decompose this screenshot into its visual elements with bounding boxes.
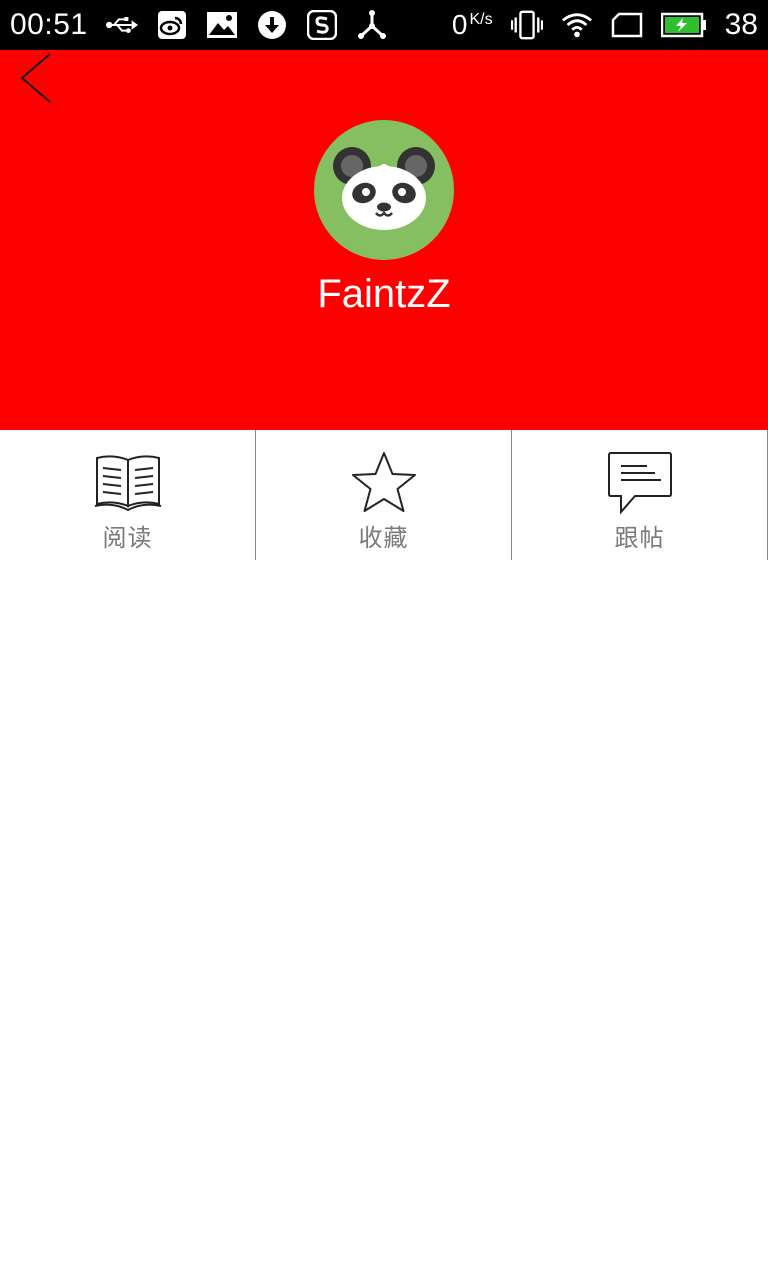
status-right-group: 0 K/s 38 [452,8,758,42]
panda-avatar-icon [333,147,435,230]
star-icon [351,452,416,512]
profile-header: FaintzZ [0,50,768,430]
tab-label: 收藏 [358,524,409,552]
wifi-icon [561,9,593,41]
tab-label: 跟帖 [614,524,665,552]
network-speed-value: 0 [451,9,468,40]
network-speed-unit: K/s [469,11,493,28]
share-tripod-icon [356,9,388,41]
sync-s-icon [306,9,338,41]
network-speed: 0 K/s [452,9,493,41]
tab-label: 阅读 [102,524,153,552]
username: FaintzZ [317,272,451,316]
comment-icon [607,452,672,515]
download-icon [256,9,288,41]
status-bar: 00:51 0 K/s 38 [0,0,768,50]
status-time: 00:51 [10,8,88,41]
chevron-left-icon [20,53,51,103]
tab-favorites[interactable]: 收藏 [256,430,512,560]
profile-tabs: 阅读 收藏 跟帖 [0,430,768,560]
vibrate-icon [510,9,543,41]
sim-card-icon [611,9,643,41]
book-icon [94,455,161,512]
weibo-icon [156,9,188,41]
battery-charging-icon [660,9,707,41]
tab-comments[interactable]: 跟帖 [512,430,768,560]
back-button[interactable] [14,52,58,106]
tab-reading[interactable]: 阅读 [0,430,256,560]
image-icon [206,9,238,41]
status-left-group: 00:51 [10,8,388,42]
battery-level: 38 [724,8,758,41]
avatar[interactable] [314,120,454,260]
usb-icon [105,9,138,41]
